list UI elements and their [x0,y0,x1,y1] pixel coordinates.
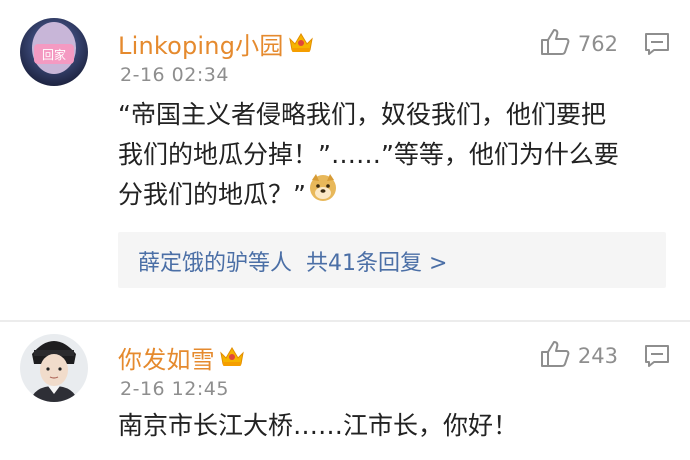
crown-icon [288,31,314,59]
comment-line-with-emoji: 分我们的地瓜？” [118,172,668,215]
timestamp: 2-16 02:34 [120,64,229,86]
username-text: 你发如雪 [118,346,215,374]
like-count: 762 [577,32,618,56]
timestamp: 2-16 12:45 [120,378,229,400]
comment-item: 回家 Linkoping小园 2-16 02:34 762 “帝国主义者侵略我们 [0,0,690,322]
crown-icon [219,345,245,373]
comment-icon[interactable] [644,344,670,372]
avatar[interactable] [20,334,88,402]
avatar-badge-text: 回家 [42,47,66,62]
replies-summary[interactable]: 薛定饿的驴等人 共41条回复 > [138,245,461,277]
like-button[interactable]: 243 [540,340,618,372]
comment-item: 你发如雪 2-16 12:45 243 南京市长江大桥……江市长，你好！ [0,322,690,460]
doge-emoji-icon [308,172,338,214]
thumbs-up-icon [540,28,570,60]
reply-count-link[interactable]: 共41条回复 > [306,251,447,276]
replies-summary-box[interactable]: 薛定饿的驴等人 共41条回复 > [118,232,666,288]
comment-line: “帝国主义者侵略我们，奴役我们，他们要把 [118,100,606,129]
comment-line: 我们的地瓜分掉！”……”等等，他们为什么要 [118,140,619,169]
like-button[interactable]: 762 [540,28,618,60]
like-count: 243 [577,344,618,368]
comment-line: 南京市长江大桥……江市长，你好！ [118,411,519,440]
username[interactable]: 你发如雪 [118,340,245,375]
thumbs-up-icon [540,340,570,372]
comment-line: 分我们的地瓜？” [118,180,306,209]
comment-icon[interactable] [644,32,670,60]
comment-text: “帝国主义者侵略我们，奴役我们，他们要把 我们的地瓜分掉！”……”等等，他们为什… [118,95,668,215]
avatar[interactable]: 回家 [20,18,88,86]
reply-users[interactable]: 薛定饿的驴等人 [138,251,292,276]
username-text: Linkoping小园 [118,32,284,60]
comment-text: 南京市长江大桥……江市长，你好！ [118,406,668,446]
username[interactable]: Linkoping小园 [118,26,314,61]
